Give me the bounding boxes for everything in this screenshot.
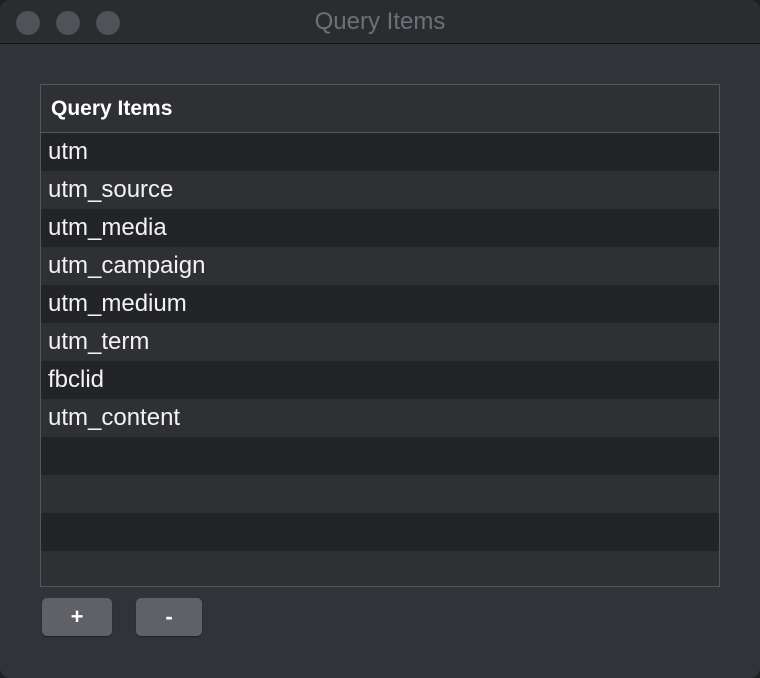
table-row[interactable]: utm_medium	[41, 285, 719, 323]
column-header-query-items[interactable]: Query Items	[41, 85, 719, 133]
table-row[interactable]: utm_media	[41, 209, 719, 247]
table-row[interactable]	[41, 475, 719, 513]
table-row[interactable]: fbclid	[41, 361, 719, 399]
table-row[interactable]	[41, 551, 719, 586]
table-row[interactable]: utm	[41, 133, 719, 171]
table-rows: utm utm_source utm_media utm_campaign utm_me…	[41, 133, 719, 586]
table-row[interactable]: utm_source	[41, 171, 719, 209]
window-title: Query Items	[314, 8, 446, 35]
table-row[interactable]: utm_campaign	[41, 247, 719, 285]
table-row[interactable]: utm_term	[41, 323, 719, 361]
remove-item-button[interactable]: -	[136, 598, 202, 636]
query-items-table[interactable]: Query Items utm utm_source utm_media utm_ca…	[40, 84, 720, 587]
table-row[interactable]	[41, 513, 719, 551]
table-row[interactable]: utm_content	[41, 399, 719, 437]
query-items-window: Query Items Query Items utm utm_source utm…	[0, 0, 760, 678]
title-bar[interactable]: Query Items	[0, 0, 760, 44]
add-item-button[interactable]: +	[42, 598, 112, 636]
table-row[interactable]	[41, 437, 719, 475]
